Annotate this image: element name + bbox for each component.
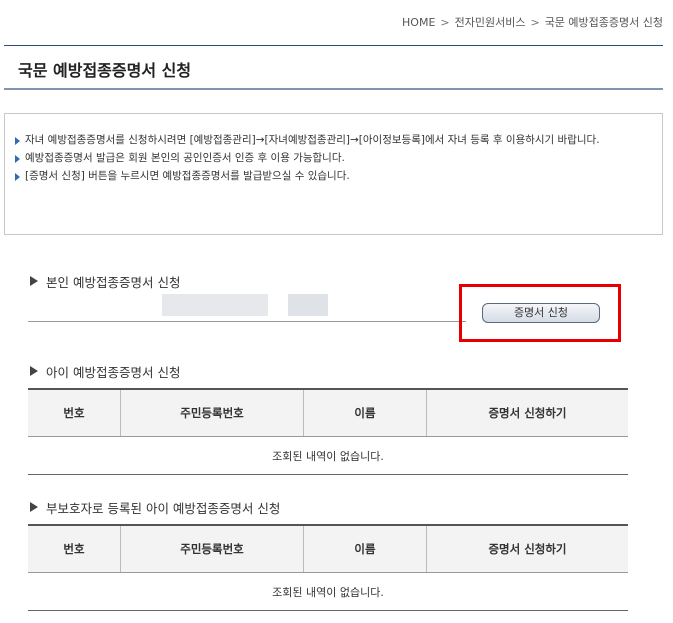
child-section-title: 아이 예방접종증명서 신청 — [30, 362, 180, 381]
breadcrumb-separator: > — [440, 16, 450, 29]
column-header-resident-number: 주민등록번호 — [120, 388, 304, 437]
column-header-request: 증명서 신청하기 — [426, 388, 628, 437]
notice-item: 자녀 예방접종증명서를 신청하시려면 [예방접종관리]→[자녀예방접종관리]→[… — [15, 134, 655, 147]
divider — [28, 321, 466, 322]
self-section-title: 본인 예방접종증명서 신청 — [30, 272, 180, 291]
breadcrumb: HOME > 전자민원서비스 > 국문 예방접종증명서 신청 — [402, 14, 663, 30]
notice-item: 예방접종증명서 발급은 회원 본인의 공인인증서 인증 후 이용 가능합니다. — [15, 152, 655, 165]
triangle-bullet-icon — [30, 502, 38, 512]
child-table: 번호 주민등록번호 이름 증명서 신청하기 조회된 내역이 없습니다. — [28, 388, 628, 475]
breadcrumb-level1[interactable]: 전자민원서비스 — [455, 16, 526, 29]
guardian-table: 번호 주민등록번호 이름 증명서 신청하기 조회된 내역이 없습니다. — [28, 524, 628, 611]
triangle-bullet-icon — [30, 366, 38, 376]
child-section-title-text: 아이 예방접종증명서 신청 — [46, 365, 181, 380]
title-bar: 국문 예방접종증명서 신청 — [4, 45, 663, 90]
triangle-bullet-icon — [30, 276, 38, 286]
column-header-number: 번호 — [28, 524, 121, 573]
notice-item: [증명서 신청] 버튼을 누르시면 예방접종증명서를 발급받으실 수 있습니다. — [15, 170, 655, 183]
breadcrumb-current: 국문 예방접종증명서 신청 — [544, 16, 663, 29]
highlight-box — [459, 284, 621, 342]
empty-message: 조회된 내역이 없습니다. — [28, 436, 628, 475]
redacted-info — [288, 294, 328, 316]
breadcrumb-home[interactable]: HOME — [402, 16, 435, 29]
column-header-number: 번호 — [28, 388, 121, 437]
column-header-resident-number: 주민등록번호 — [120, 524, 304, 573]
guardian-section-title: 부보호자로 등록된 아이 예방접종증명서 신청 — [30, 498, 280, 517]
empty-message: 조회된 내역이 없습니다. — [28, 572, 628, 611]
column-header-request: 증명서 신청하기 — [426, 524, 628, 573]
breadcrumb-separator: > — [530, 16, 540, 29]
redacted-info — [162, 294, 268, 316]
column-header-name: 이름 — [303, 524, 427, 573]
page-title: 국문 예방접종증명서 신청 — [18, 61, 192, 80]
table-row: 조회된 내역이 없습니다. — [28, 436, 628, 475]
guardian-section-title-text: 부보호자로 등록된 아이 예방접종증명서 신청 — [46, 501, 281, 516]
notice-box: 자녀 예방접종증명서를 신청하시려면 [예방접종관리]→[자녀예방접종관리]→[… — [4, 113, 663, 235]
self-section-title-text: 본인 예방접종증명서 신청 — [46, 275, 181, 290]
table-row: 조회된 내역이 없습니다. — [28, 572, 628, 611]
column-header-name: 이름 — [303, 388, 427, 437]
